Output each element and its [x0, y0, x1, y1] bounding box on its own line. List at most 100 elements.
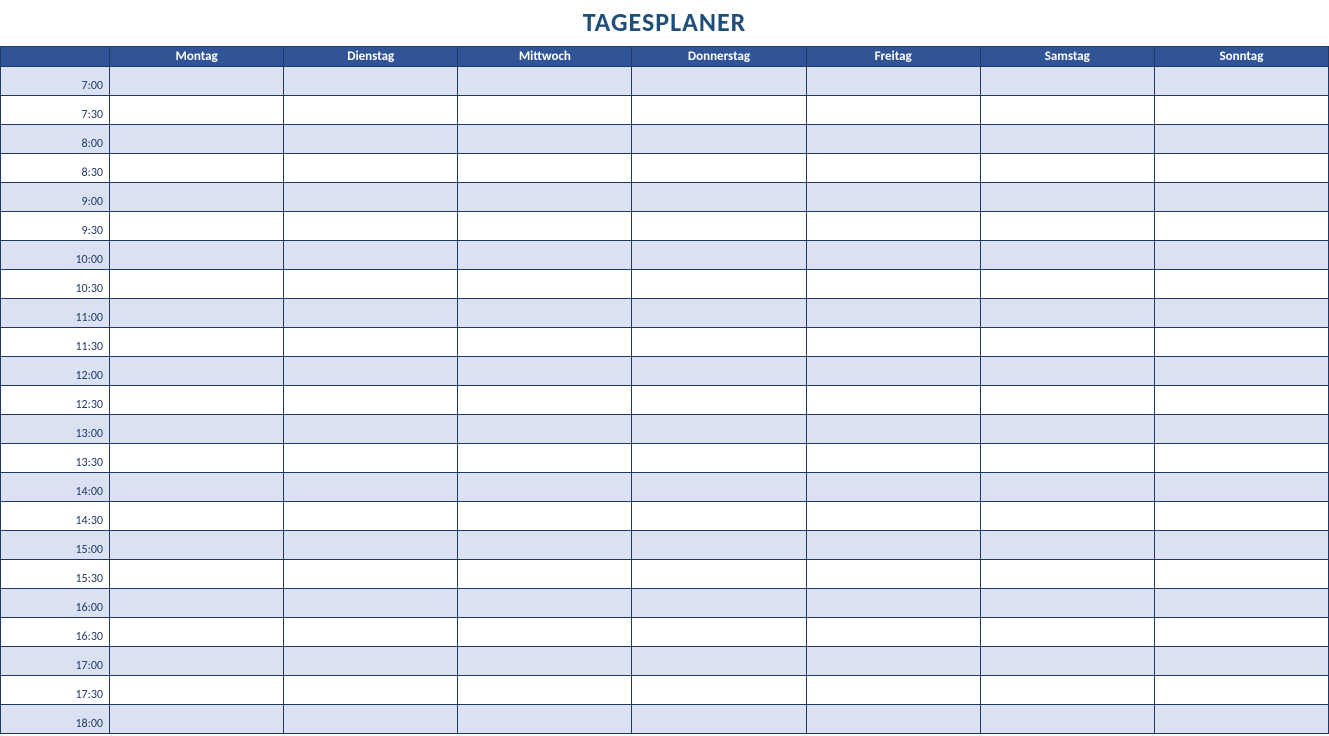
- schedule-cell[interactable]: [458, 560, 632, 589]
- schedule-cell[interactable]: [632, 386, 806, 415]
- schedule-cell[interactable]: [284, 560, 458, 589]
- schedule-cell[interactable]: [284, 589, 458, 618]
- schedule-cell[interactable]: [284, 415, 458, 444]
- schedule-cell[interactable]: [806, 560, 980, 589]
- schedule-cell[interactable]: [980, 705, 1154, 734]
- schedule-cell[interactable]: [110, 502, 284, 531]
- schedule-cell[interactable]: [1154, 444, 1328, 473]
- schedule-cell[interactable]: [458, 705, 632, 734]
- schedule-cell[interactable]: [284, 386, 458, 415]
- schedule-cell[interactable]: [632, 125, 806, 154]
- schedule-cell[interactable]: [632, 241, 806, 270]
- schedule-cell[interactable]: [632, 531, 806, 560]
- schedule-cell[interactable]: [806, 531, 980, 560]
- schedule-cell[interactable]: [1154, 386, 1328, 415]
- schedule-cell[interactable]: [110, 647, 284, 676]
- schedule-cell[interactable]: [458, 96, 632, 125]
- schedule-cell[interactable]: [632, 212, 806, 241]
- schedule-cell[interactable]: [458, 589, 632, 618]
- schedule-cell[interactable]: [980, 676, 1154, 705]
- schedule-cell[interactable]: [980, 125, 1154, 154]
- schedule-cell[interactable]: [284, 473, 458, 502]
- schedule-cell[interactable]: [632, 415, 806, 444]
- schedule-cell[interactable]: [1154, 328, 1328, 357]
- schedule-cell[interactable]: [458, 270, 632, 299]
- schedule-cell[interactable]: [458, 212, 632, 241]
- schedule-cell[interactable]: [284, 618, 458, 647]
- schedule-cell[interactable]: [806, 386, 980, 415]
- schedule-cell[interactable]: [110, 270, 284, 299]
- schedule-cell[interactable]: [632, 560, 806, 589]
- schedule-cell[interactable]: [980, 241, 1154, 270]
- schedule-cell[interactable]: [458, 328, 632, 357]
- schedule-cell[interactable]: [980, 299, 1154, 328]
- schedule-cell[interactable]: [458, 125, 632, 154]
- schedule-cell[interactable]: [284, 531, 458, 560]
- schedule-cell[interactable]: [458, 647, 632, 676]
- schedule-cell[interactable]: [806, 96, 980, 125]
- schedule-cell[interactable]: [980, 618, 1154, 647]
- schedule-cell[interactable]: [1154, 647, 1328, 676]
- schedule-cell[interactable]: [806, 270, 980, 299]
- schedule-cell[interactable]: [284, 154, 458, 183]
- schedule-cell[interactable]: [284, 270, 458, 299]
- schedule-cell[interactable]: [458, 154, 632, 183]
- schedule-cell[interactable]: [110, 299, 284, 328]
- schedule-cell[interactable]: [1154, 589, 1328, 618]
- schedule-cell[interactable]: [110, 357, 284, 386]
- schedule-cell[interactable]: [458, 473, 632, 502]
- schedule-cell[interactable]: [110, 415, 284, 444]
- schedule-cell[interactable]: [980, 647, 1154, 676]
- schedule-cell[interactable]: [1154, 531, 1328, 560]
- schedule-cell[interactable]: [1154, 676, 1328, 705]
- schedule-cell[interactable]: [632, 270, 806, 299]
- schedule-cell[interactable]: [632, 328, 806, 357]
- schedule-cell[interactable]: [806, 241, 980, 270]
- schedule-cell[interactable]: [110, 705, 284, 734]
- schedule-cell[interactable]: [632, 444, 806, 473]
- schedule-cell[interactable]: [980, 560, 1154, 589]
- schedule-cell[interactable]: [806, 328, 980, 357]
- schedule-cell[interactable]: [1154, 502, 1328, 531]
- schedule-cell[interactable]: [632, 705, 806, 734]
- schedule-cell[interactable]: [806, 647, 980, 676]
- schedule-cell[interactable]: [1154, 299, 1328, 328]
- schedule-cell[interactable]: [980, 67, 1154, 96]
- schedule-cell[interactable]: [980, 357, 1154, 386]
- schedule-cell[interactable]: [980, 328, 1154, 357]
- schedule-cell[interactable]: [110, 96, 284, 125]
- schedule-cell[interactable]: [110, 444, 284, 473]
- schedule-cell[interactable]: [632, 618, 806, 647]
- schedule-cell[interactable]: [110, 473, 284, 502]
- schedule-cell[interactable]: [1154, 415, 1328, 444]
- schedule-cell[interactable]: [1154, 96, 1328, 125]
- schedule-cell[interactable]: [110, 618, 284, 647]
- schedule-cell[interactable]: [458, 386, 632, 415]
- schedule-cell[interactable]: [110, 589, 284, 618]
- schedule-cell[interactable]: [806, 444, 980, 473]
- schedule-cell[interactable]: [806, 183, 980, 212]
- schedule-cell[interactable]: [980, 531, 1154, 560]
- schedule-cell[interactable]: [980, 96, 1154, 125]
- schedule-cell[interactable]: [632, 183, 806, 212]
- schedule-cell[interactable]: [980, 589, 1154, 618]
- schedule-cell[interactable]: [110, 676, 284, 705]
- schedule-cell[interactable]: [284, 212, 458, 241]
- schedule-cell[interactable]: [632, 154, 806, 183]
- schedule-cell[interactable]: [284, 183, 458, 212]
- schedule-cell[interactable]: [1154, 705, 1328, 734]
- schedule-cell[interactable]: [458, 676, 632, 705]
- schedule-cell[interactable]: [110, 125, 284, 154]
- schedule-cell[interactable]: [1154, 618, 1328, 647]
- schedule-cell[interactable]: [284, 357, 458, 386]
- schedule-cell[interactable]: [1154, 241, 1328, 270]
- schedule-cell[interactable]: [1154, 125, 1328, 154]
- schedule-cell[interactable]: [110, 531, 284, 560]
- schedule-cell[interactable]: [110, 560, 284, 589]
- schedule-cell[interactable]: [632, 299, 806, 328]
- schedule-cell[interactable]: [806, 125, 980, 154]
- schedule-cell[interactable]: [980, 386, 1154, 415]
- schedule-cell[interactable]: [806, 212, 980, 241]
- schedule-cell[interactable]: [458, 357, 632, 386]
- schedule-cell[interactable]: [1154, 154, 1328, 183]
